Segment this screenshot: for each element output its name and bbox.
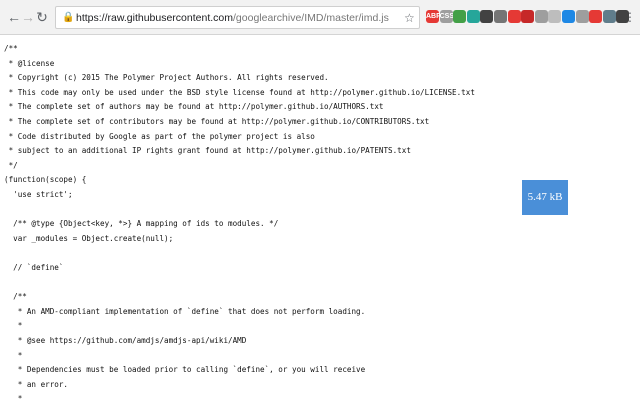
grey-circle-icon[interactable]	[534, 10, 548, 23]
red-square-icon[interactable]	[521, 10, 535, 23]
code-line: * Copyright (c) 2015 The Polymer Project…	[4, 73, 329, 83]
url-host: https://raw.githubusercontent.com	[76, 12, 234, 24]
grey-ring-icon[interactable]	[575, 10, 589, 23]
red-circle-icon[interactable]	[507, 10, 521, 23]
code-line: /**	[4, 44, 18, 53]
red-ring-icon[interactable]	[589, 10, 603, 23]
code-line: *	[4, 321, 23, 331]
blue-circle-icon[interactable]	[562, 10, 575, 23]
code-view: /** * @license * Copyright (c) 2015 The …	[0, 36, 640, 400]
css-icon[interactable]: CSS	[439, 10, 454, 23]
address-bar[interactable]: 🔒 https://raw.githubusercontent.com/goog…	[55, 6, 420, 29]
grey-square-icon[interactable]	[494, 10, 507, 23]
code-line: * This code may only be used under the B…	[4, 87, 475, 97]
kebab-menu-icon[interactable]: ⋮	[624, 10, 636, 24]
code-line: *	[4, 394, 23, 400]
green-ext-icon[interactable]	[453, 10, 467, 23]
code-line: var _modules = Object.create(null);	[4, 233, 174, 243]
globe-icon[interactable]	[602, 10, 616, 23]
light-circle-icon[interactable]	[548, 10, 562, 23]
code-line: * @see https://github.com/amdjs/amdjs-ap…	[4, 336, 247, 345]
code-line: *	[4, 350, 23, 360]
code-line: 'use strict';	[4, 190, 73, 199]
code-line: * The complete set of authors may be fou…	[4, 102, 384, 112]
code-line: // `define`	[4, 263, 64, 272]
address-url[interactable]: https://raw.githubusercontent.com/google…	[76, 11, 389, 25]
teal-ext-icon[interactable]	[466, 10, 480, 23]
dark-square-icon[interactable]	[480, 10, 494, 23]
code-line: * an error.	[4, 379, 69, 389]
code-line: * @license	[4, 58, 55, 68]
code-line: * Code distributed by Google as part of …	[4, 131, 315, 141]
url-path: /googlearchive/IMD/master/imd.js	[233, 12, 389, 24]
code-line: (function(scope) {	[4, 175, 87, 185]
bookmark-star-icon[interactable]: ☆	[404, 10, 415, 26]
browser-toolbar: ← → ↻ 🔒 https://raw.githubusercontent.co…	[0, 0, 640, 35]
file-size-badge: 5.47 kB	[522, 180, 568, 215]
code-line: */	[4, 160, 18, 170]
code-line: * An AMD-compliant implementation of `de…	[4, 306, 366, 316]
code-line: * Dependencies must be loaded prior to c…	[4, 365, 366, 375]
reload-icon[interactable]: ↻	[34, 9, 50, 25]
lock-icon: 🔒	[62, 12, 75, 23]
code-line: * The complete set of contributors may b…	[4, 117, 430, 126]
abp-icon[interactable]: ABP	[426, 10, 441, 23]
code-line: * subject to an additional IP rights gra…	[4, 146, 411, 156]
code-line: /**	[4, 292, 27, 302]
code-line: /** @type {Object<key, *>} A mapping of …	[4, 219, 279, 229]
